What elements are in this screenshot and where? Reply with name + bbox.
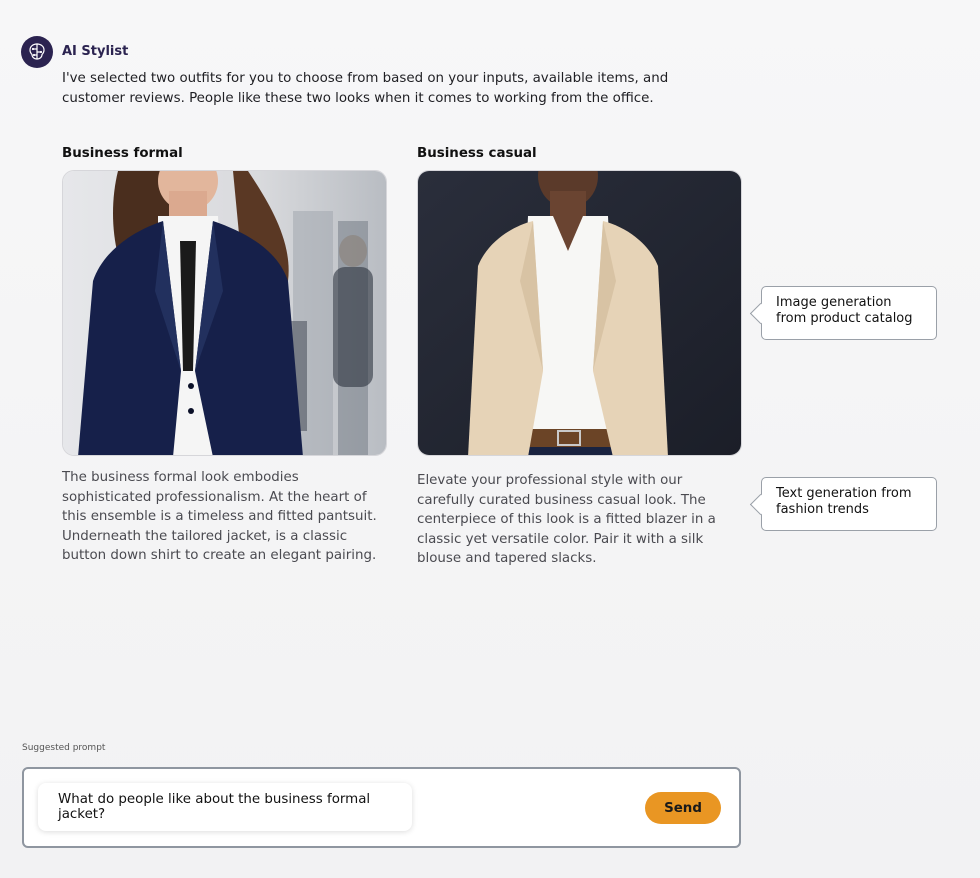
outfit-title-business-casual: Business casual [417, 146, 537, 161]
suggested-prompt-chip[interactable]: What do people like about the business f… [38, 783, 412, 831]
send-button[interactable]: Send [645, 792, 721, 824]
text-generation-callout: Text generation from fashion trends [761, 477, 937, 531]
outfit-description-business-casual: Elevate your professional style with our… [417, 473, 716, 566]
outfit-title-business-formal: Business formal [62, 146, 183, 161]
woman-in-beige-blazer-image[interactable] [417, 170, 742, 456]
assistant-intro-message: I've selected two outfits for you to cho… [62, 71, 669, 106]
ai-stylist-avatar [21, 36, 53, 68]
outfit-description-business-formal: The business formal look embodies sophis… [62, 470, 377, 563]
chat-page: AI Stylist I've selected two outfits for… [0, 0, 980, 878]
suggested-prompt-label: Suggested prompt [22, 743, 106, 753]
business-formal-photo [63, 171, 386, 455]
assistant-name: AI Stylist [62, 44, 129, 59]
prompt-input-box[interactable]: What do people like about the business f… [22, 767, 741, 848]
brain-circuit-icon [29, 43, 45, 60]
image-generation-callout: Image generation from product catalog [761, 286, 937, 340]
woman-in-navy-pantsuit-image[interactable] [62, 170, 387, 456]
business-casual-photo [418, 171, 741, 455]
